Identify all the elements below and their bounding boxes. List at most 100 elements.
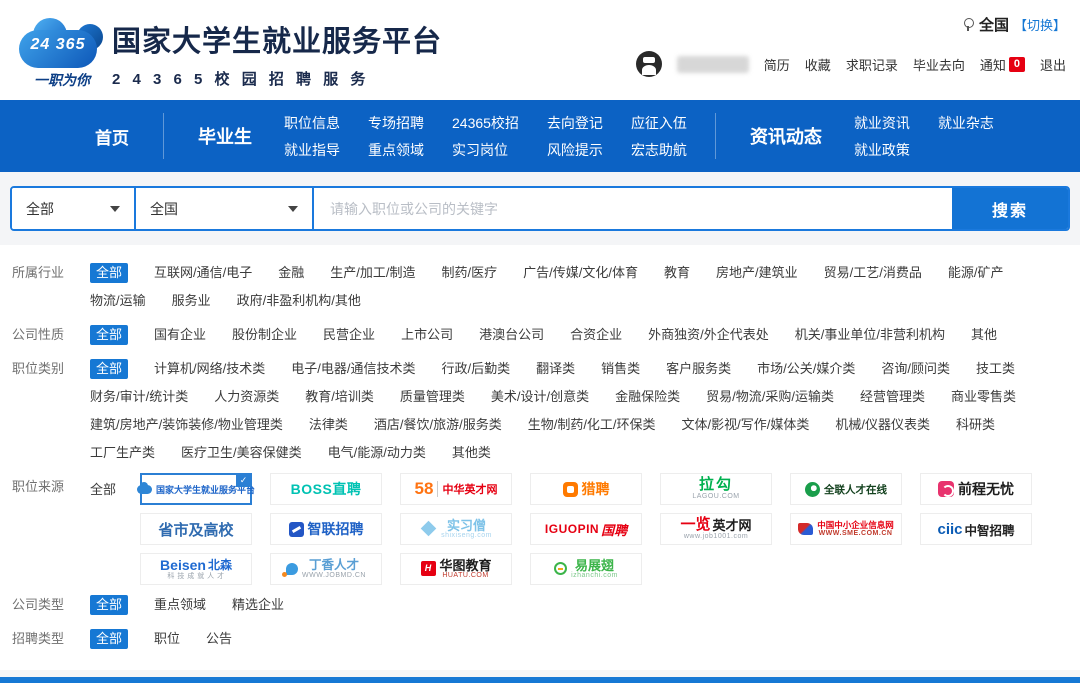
filter-option[interactable]: 翻译类 [536, 359, 575, 379]
site-logo[interactable]: 24 365 一职为你 [14, 12, 110, 90]
filter-option[interactable]: 生产/加工/制造 [330, 263, 415, 283]
nav-link[interactable]: 就业政策 [854, 140, 910, 160]
filter-option[interactable]: 贸易/物流/采购/运输类 [706, 387, 834, 407]
nav-link[interactable]: 重点领域 [368, 140, 424, 160]
source-qlrc[interactable]: 全联人才在线 [790, 473, 902, 505]
nav-home[interactable]: 首页 [95, 124, 129, 149]
filter-option[interactable]: 经营管理类 [860, 387, 925, 407]
user-link[interactable]: 求职记录 [846, 55, 898, 74]
filter-option[interactable]: 其他类 [452, 443, 491, 463]
nav-link[interactable]: 应征入伍 [631, 113, 687, 133]
filter-option[interactable]: 技工类 [976, 359, 1015, 379]
filter-option[interactable]: 财务/审计/统计类 [90, 387, 188, 407]
source-ciic[interactable]: ciic中智招聘 [920, 513, 1032, 545]
logout-link[interactable]: 退出 [1040, 55, 1066, 74]
filter-option[interactable]: 港澳台公司 [479, 325, 544, 345]
filter-option[interactable]: 销售类 [601, 359, 640, 379]
notify-label[interactable]: 通知 [980, 55, 1006, 74]
filter-option[interactable]: 股份制企业 [232, 325, 297, 345]
source-yilan[interactable]: 一览英才网www.job1001.com [660, 513, 772, 545]
source-lagou[interactable]: 拉勾LAGOU.COM [660, 473, 772, 505]
source-dxy[interactable]: 丁香人才WWW.JOBMD.CN [270, 553, 382, 585]
nav-link[interactable]: 就业杂志 [938, 113, 994, 133]
nav-link[interactable]: 去向登记 [547, 113, 603, 133]
source-c58[interactable]: 58中华英才网 [400, 473, 512, 505]
filter-option-selected[interactable]: 全部 [90, 263, 128, 283]
category-select[interactable]: 全部 [12, 188, 136, 229]
filter-option[interactable]: 其他 [971, 325, 997, 345]
user-link[interactable]: 收藏 [805, 55, 831, 74]
notify-link[interactable]: 通知 0 [980, 55, 1025, 74]
filter-option[interactable]: 职位 [154, 629, 180, 649]
filter-option[interactable]: 客户服务类 [666, 359, 731, 379]
filter-option[interactable]: 服务业 [172, 291, 211, 311]
nav-link[interactable]: 宏志助航 [631, 140, 687, 160]
keyword-input[interactable] [314, 188, 952, 229]
location-switch-link[interactable]: 【切换】 [1014, 15, 1066, 34]
filter-option[interactable]: 外商独资/外企代表处 [648, 325, 769, 345]
nav-graduate[interactable]: 毕业生 [198, 123, 252, 149]
filter-option[interactable]: 人力资源类 [214, 387, 279, 407]
filter-option[interactable]: 能源/矿产 [948, 263, 1004, 283]
source-zhaopin[interactable]: 智联招聘 [270, 513, 382, 545]
source-shixiseng[interactable]: 实习僧shixiseng.com [400, 513, 512, 545]
filter-option[interactable]: 广告/传媒/文化/体育 [523, 263, 638, 283]
filter-option[interactable]: 物流/运输 [90, 291, 146, 311]
nav-link[interactable]: 专场招聘 [368, 113, 424, 133]
filter-option[interactable]: 咨询/顾问类 [881, 359, 950, 379]
filter-option-selected[interactable]: 全部 [90, 629, 128, 649]
filter-option[interactable]: 质量管理类 [400, 387, 465, 407]
filter-option[interactable]: 合资企业 [570, 325, 622, 345]
filter-option[interactable]: 电子/电器/通信技术类 [291, 359, 415, 379]
filter-option[interactable]: 商业零售类 [951, 387, 1016, 407]
filter-option[interactable]: 金融保险类 [615, 387, 680, 407]
nav-link[interactable]: 24365校招 [452, 113, 519, 133]
nav-link[interactable]: 就业指导 [284, 140, 340, 160]
filter-option[interactable]: 教育 [664, 263, 690, 283]
filter-option[interactable]: 法律类 [309, 415, 348, 435]
source-liepin[interactable]: 猎聘 [530, 473, 642, 505]
filter-option[interactable]: 重点领域 [154, 595, 206, 615]
nav-link[interactable]: 职位信息 [284, 113, 340, 133]
region-select[interactable]: 全国 [136, 188, 314, 229]
filter-option[interactable]: 金融 [278, 263, 304, 283]
filter-option[interactable]: 行政/后勤类 [441, 359, 510, 379]
source-beisen[interactable]: Beisen北森科 技 成 就 人 才 [140, 553, 252, 585]
filter-option[interactable]: 工厂生产类 [90, 443, 155, 463]
nav-link[interactable]: 风险提示 [547, 140, 603, 160]
user-avatar[interactable] [636, 51, 662, 77]
filter-option-selected[interactable]: 全部 [90, 325, 128, 345]
search-button[interactable]: 搜索 [952, 188, 1068, 229]
source-province[interactable]: 省市及高校 [140, 513, 252, 545]
source-ncss[interactable]: ✓国家大学生就业服务平台 [140, 473, 252, 505]
nav-news[interactable]: 资讯动态 [750, 123, 822, 149]
filter-option[interactable]: 上市公司 [401, 325, 453, 345]
source-huatu[interactable]: 华图教育HUATU.COM [400, 553, 512, 585]
filter-option[interactable]: 美术/设计/创意类 [491, 387, 589, 407]
filter-option-selected[interactable]: 全部 [90, 595, 128, 615]
filter-option[interactable]: 建筑/房地产/装饰装修/物业管理类 [90, 415, 283, 435]
filter-option[interactable]: 贸易/工艺/消费品 [824, 263, 922, 283]
filter-option[interactable]: 房地产/建筑业 [716, 263, 798, 283]
source-job51[interactable]: 前程无忧 [920, 473, 1032, 505]
nav-link[interactable]: 就业资讯 [854, 113, 910, 133]
filter-option[interactable]: 民营企业 [323, 325, 375, 345]
source-boss[interactable]: BOSS直聘 [270, 473, 382, 505]
filter-option[interactable]: 制药/医疗 [442, 263, 498, 283]
filter-option[interactable]: 机械/仪器仪表类 [835, 415, 930, 435]
source-sme[interactable]: 中国中小企业信息网WWW.SME.COM.CN [790, 513, 902, 545]
filter-option[interactable]: 国有企业 [154, 325, 206, 345]
filter-option[interactable]: 互联网/通信/电子 [154, 263, 252, 283]
filter-option[interactable]: 科研类 [956, 415, 995, 435]
filter-option[interactable]: 计算机/网络/技术类 [154, 359, 265, 379]
source-all-option[interactable]: 全部 [90, 475, 116, 585]
filter-option-selected[interactable]: 全部 [90, 359, 128, 379]
user-link[interactable]: 简历 [764, 55, 790, 74]
filter-option[interactable]: 精选企业 [232, 595, 284, 615]
nav-link[interactable]: 实习岗位 [452, 140, 519, 160]
filter-option[interactable]: 政府/非盈利机构/其他 [237, 291, 361, 311]
filter-option[interactable]: 医疗卫生/美容保健类 [181, 443, 302, 463]
filter-option[interactable]: 生物/制药/化工/环保类 [528, 415, 656, 435]
filter-option[interactable]: 酒店/餐饮/旅游/服务类 [374, 415, 502, 435]
user-link[interactable]: 毕业去向 [913, 55, 965, 74]
